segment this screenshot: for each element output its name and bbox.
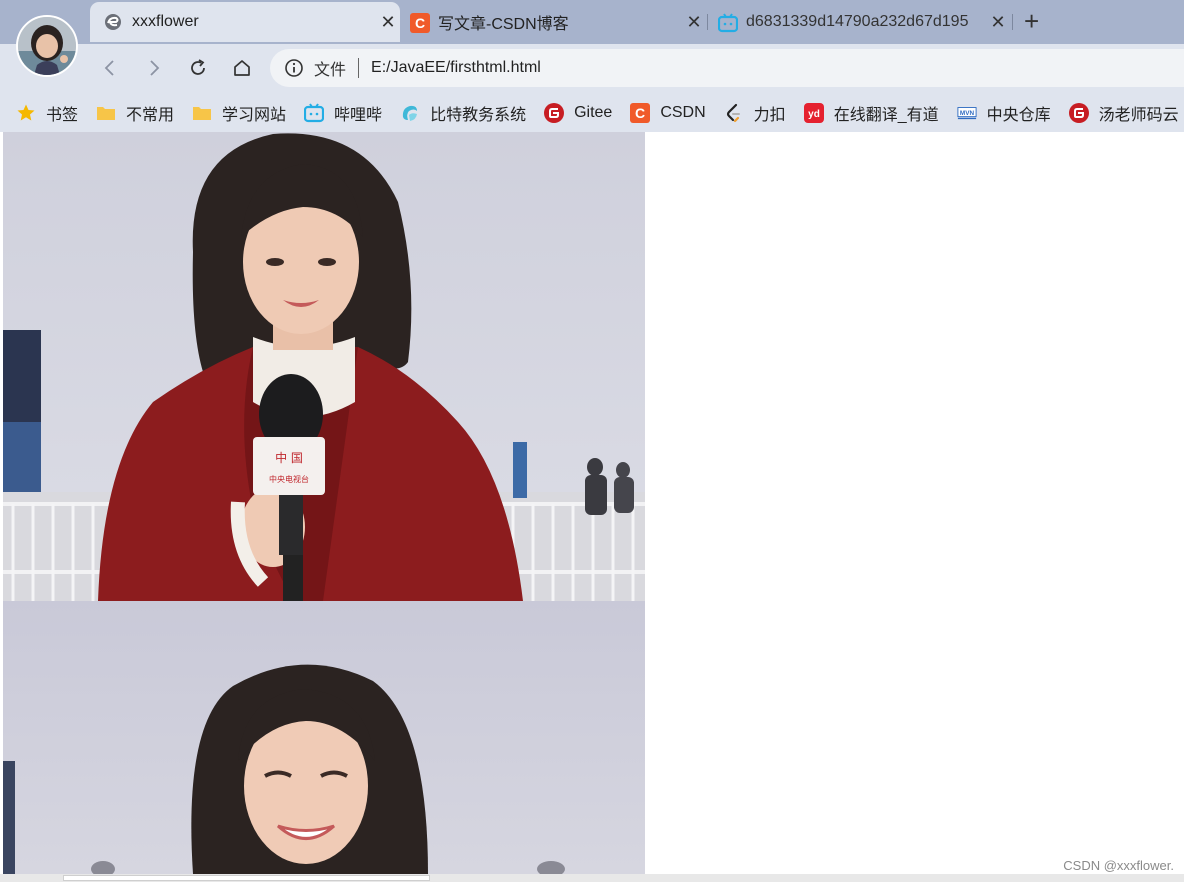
reporter-photo-2	[3, 601, 645, 874]
bookmark-shuqian[interactable]: 书签	[16, 101, 78, 125]
tab-title: 写文章-CSDN博客	[438, 16, 569, 33]
bookmark-label: 汤老师码云	[1098, 107, 1179, 124]
home-button[interactable]	[230, 56, 254, 80]
folder-icon	[192, 103, 212, 123]
bookmark-label: 比特教务系统	[430, 107, 527, 124]
csdn-icon: C	[410, 13, 430, 33]
maven-icon: MVN	[957, 103, 977, 123]
bookmark-gitee[interactable]: Gitee	[544, 103, 612, 123]
folder-icon	[96, 103, 116, 123]
divider	[358, 58, 360, 78]
bookmark-csdn[interactable]: C CSDN	[630, 103, 706, 123]
bookmark-maven[interactable]: MVN 中央仓库	[957, 101, 1051, 125]
bookmark-label: 哔哩哔	[334, 107, 383, 124]
home-icon	[234, 60, 250, 76]
bookmark-label: 学习网站	[222, 107, 287, 124]
svg-text:C: C	[415, 15, 425, 31]
chevron-left-icon	[104, 60, 114, 76]
reload-icon	[191, 59, 205, 75]
bookmark-youdao[interactable]: yd 在线翻译_有道	[803, 101, 939, 125]
horizontal-scrollbar[interactable]	[0, 874, 1184, 882]
close-icon[interactable]: ✕	[376, 12, 400, 33]
close-icon[interactable]: ✕	[682, 12, 706, 33]
forward-button[interactable]	[142, 56, 166, 80]
bookmarks-bar: 书签 不常用 学习网站 哔哩哔 比特教务系统 Gitee C CSDN 力扣 y…	[0, 94, 1184, 132]
bookmark-label: 中央仓库	[986, 107, 1051, 124]
bookmark-label: 书签	[46, 107, 79, 124]
svg-text:yd: yd	[808, 109, 820, 120]
navigation-bar: 文件 E:/JavaEE/firsthtml.html	[0, 44, 1184, 94]
gitee-icon	[544, 103, 565, 123]
reload-button[interactable]	[186, 56, 210, 80]
bookmark-xuexiwangzhan[interactable]: 学习网站	[192, 101, 286, 125]
info-icon	[285, 59, 303, 77]
bookmark-buchangyong[interactable]: 不常用	[96, 101, 174, 125]
bookmark-gitee-tang[interactable]: 汤老师码云	[1068, 101, 1179, 125]
bilibili-icon	[717, 13, 739, 33]
scrollbar-thumb[interactable]	[63, 875, 430, 881]
url-text[interactable]: E:/JavaEE/firsthtml.html	[371, 59, 541, 77]
bookmark-label: 力扣	[753, 107, 786, 124]
bookmark-label: 在线翻译_有道	[833, 107, 939, 124]
chevron-right-icon	[150, 60, 160, 76]
bookmark-label: Gitee	[574, 104, 613, 121]
csdn-watermark: CSDN @xxxflower.	[1063, 858, 1174, 873]
bookmark-bilibili[interactable]: 哔哩哔	[304, 101, 382, 125]
scheme-label: 文件	[314, 62, 347, 79]
bilibili-icon	[304, 103, 325, 123]
tab-csdn-write[interactable]: C 写文章-CSDN博客 ✕	[400, 2, 706, 42]
profile-avatar[interactable]	[16, 15, 78, 77]
back-button[interactable]	[98, 56, 122, 80]
svg-text:C: C	[635, 105, 645, 121]
edge-logo-icon	[104, 13, 122, 31]
youdao-icon: yd	[803, 103, 824, 123]
tab-separator	[1012, 14, 1013, 30]
tab-strip: xxxflower ✕ C 写文章-CSDN博客 ✕ d6831339d1479…	[0, 0, 1184, 44]
bookmark-label: CSDN	[660, 104, 706, 121]
tab-bilibili[interactable]: d6831339d14790a232d67d195 ✕	[710, 2, 1010, 42]
close-icon[interactable]: ✕	[986, 12, 1010, 33]
address-bar[interactable]: 文件 E:/JavaEE/firsthtml.html	[270, 49, 1184, 87]
page-content: 中 国 中央电视台	[0, 132, 1184, 874]
gitee-icon	[1068, 103, 1089, 123]
csdn-icon: C	[630, 103, 651, 123]
bookmark-leetcode[interactable]: 力扣	[724, 101, 786, 125]
leetcode-icon	[724, 103, 744, 123]
mic-label-line1: 中 国	[275, 450, 303, 465]
bookmark-bit[interactable]: 比特教务系统	[400, 101, 526, 125]
tab-title: d6831339d14790a232d67d195	[746, 13, 969, 30]
tab-separator	[707, 14, 708, 30]
new-tab-button[interactable]: +	[1024, 8, 1039, 34]
mic-label-line2: 中央电视台	[269, 474, 309, 484]
bookmark-label: 不常用	[126, 107, 175, 124]
bit-icon	[400, 103, 420, 123]
tab-title: xxxflower	[132, 13, 199, 30]
star-icon	[16, 103, 36, 123]
reporter-photo-1: 中 国 中央电视台	[3, 132, 645, 601]
tab-xxxflower[interactable]: xxxflower ✕	[90, 2, 400, 42]
svg-text:MVN: MVN	[960, 110, 975, 117]
